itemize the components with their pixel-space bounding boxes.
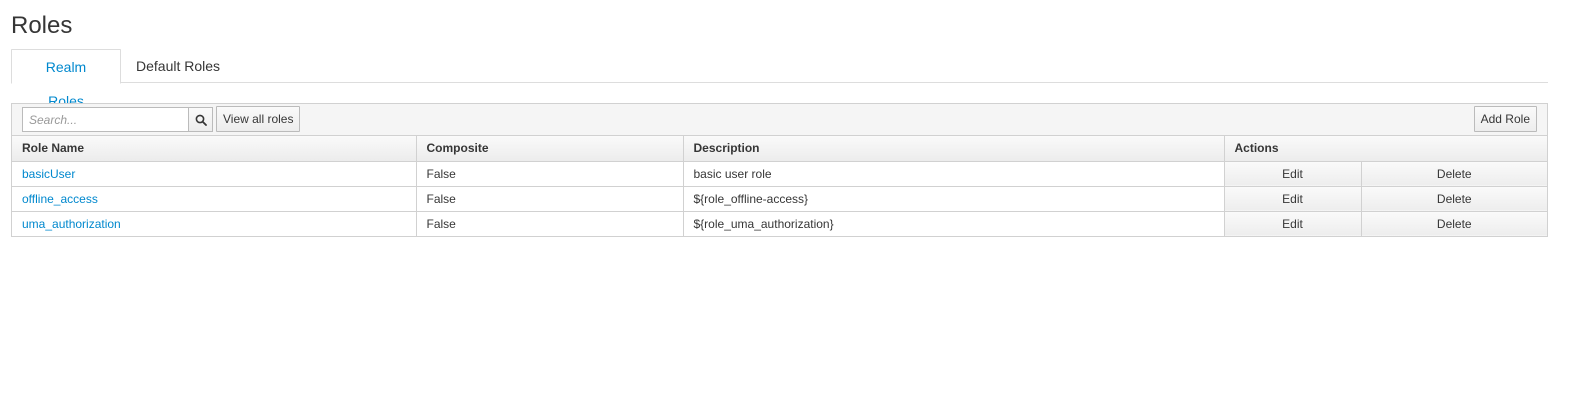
edit-button[interactable]: Edit (1224, 211, 1362, 236)
header-description[interactable]: Description (683, 136, 1225, 162)
add-role-button[interactable]: Add Role (1473, 106, 1537, 132)
table-toolbar: View all roles Add Role (12, 104, 1547, 136)
roles-table: Role Name Composite Description Actions … (12, 136, 1548, 236)
role-name-link[interactable]: basicUser (22, 167, 75, 181)
role-name-link[interactable]: uma_authorization (22, 217, 121, 231)
composite-cell: False (416, 161, 684, 187)
composite-cell: False (416, 186, 684, 212)
view-all-roles-button[interactable]: View all roles (216, 106, 301, 132)
description-cell: ${role_offline-access} (683, 186, 1225, 212)
tab-realm-roles[interactable]: Realm Roles (11, 49, 121, 109)
delete-button[interactable]: Delete (1361, 161, 1548, 187)
table-row: offline_access False ${role_offline-acce… (12, 186, 1548, 212)
table-row: uma_authorization False ${role_uma_autho… (12, 211, 1548, 236)
edit-button[interactable]: Edit (1224, 161, 1362, 187)
table-header-row: Role Name Composite Description Actions (12, 136, 1548, 162)
delete-button[interactable]: Delete (1361, 186, 1548, 212)
page-title: Roles (11, 12, 73, 39)
edit-button[interactable]: Edit (1224, 186, 1362, 212)
description-cell: ${role_uma_authorization} (683, 211, 1225, 236)
delete-button[interactable]: Delete (1361, 211, 1548, 236)
header-role-name[interactable]: Role Name (12, 136, 417, 162)
roles-page: Roles Realm Roles Default Roles View all… (0, 0, 1591, 403)
role-name-link[interactable]: offline_access (22, 192, 98, 206)
search-button[interactable] (188, 107, 213, 132)
header-composite[interactable]: Composite (416, 136, 684, 162)
tab-bar: Realm Roles Default Roles (11, 49, 1548, 109)
description-cell: basic user role (683, 161, 1225, 187)
header-actions: Actions (1224, 136, 1548, 162)
search-icon (195, 114, 207, 126)
search-input[interactable] (22, 107, 189, 132)
composite-cell: False (416, 211, 684, 236)
tab-default-roles[interactable]: Default Roles (121, 49, 235, 83)
roles-table-container: View all roles Add Role Role Name Compos… (11, 103, 1548, 237)
table-row: basicUser False basic user role Edit Del… (12, 161, 1548, 187)
